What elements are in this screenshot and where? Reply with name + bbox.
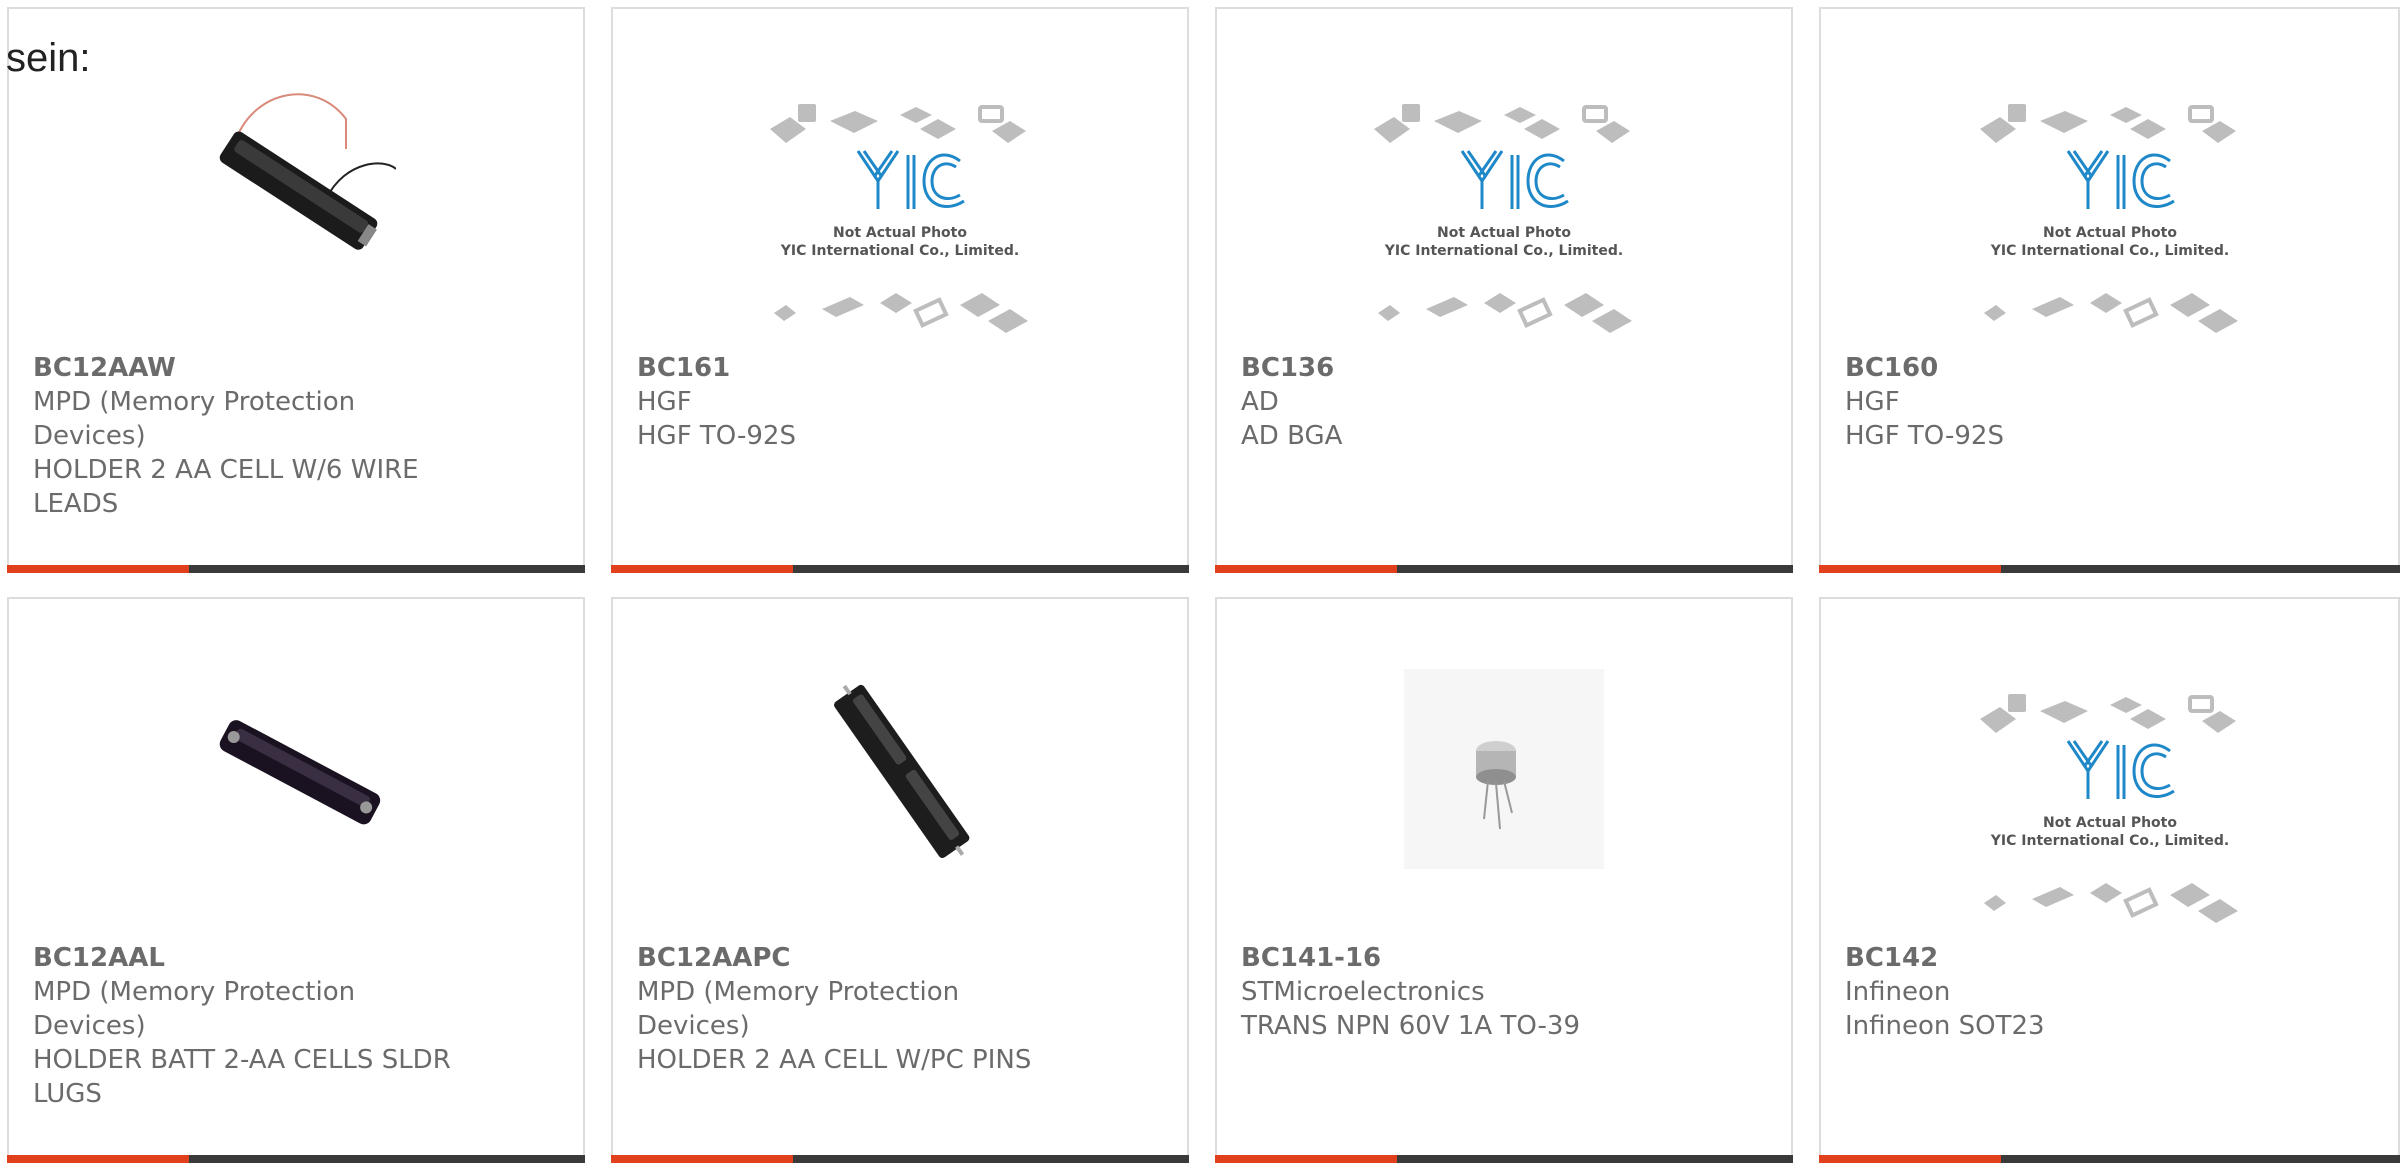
not-actual-photo-label: Not Actual Photo [833, 225, 967, 241]
description: Infineon SOT23 [1845, 1011, 2045, 1041]
product-card[interactable]: BC12AAPC MPD (Memory Protection Devices)… [611, 597, 1189, 1163]
yic-company-label: YIC International Co., Limited. [1384, 243, 1623, 259]
yic-company-label: YIC International Co., Limited. [1989, 243, 2228, 259]
manufacturer: HGF [637, 387, 692, 417]
card-accent-bar [7, 1155, 189, 1163]
not-actual-photo-label: Not Actual Photo [2043, 815, 2177, 831]
card-accent-bar [7, 565, 189, 573]
product-image-battery-holder[interactable] [196, 79, 396, 279]
manufacturer: STMicroelectronics [1241, 977, 1485, 1007]
card-bottom-bar [1215, 1155, 1793, 1163]
product-info: BC141-16 STMicroelectronics TRANS NPN 60… [1241, 941, 1681, 1043]
part-number[interactable]: BC12AAPC [637, 941, 1077, 975]
product-image-battery-holder[interactable] [800, 669, 1000, 869]
description: AD BGA [1241, 421, 1343, 451]
yic-company-label: YIC International Co., Limited. [1989, 833, 2228, 849]
product-info: BC136 AD AD BGA [1241, 351, 1681, 453]
card-accent-bar [1819, 565, 2001, 573]
product-grid: BC12AAW MPD (Memory Protection Devices) … [7, 7, 2400, 1163]
product-image-transistor[interactable] [1404, 669, 1604, 869]
yic-company-label: YIC International Co., Limited. [780, 243, 1019, 259]
product-card[interactable]: Not Actual Photo YIC International Co., … [611, 7, 1189, 573]
product-card[interactable]: BC12AAL MPD (Memory Protection Devices) … [7, 597, 585, 1163]
description: HOLDER 2 AA CELL W/PC PINS [637, 1045, 1032, 1075]
part-number[interactable]: BC161 [637, 351, 1077, 385]
product-card[interactable]: Not Actual Photo YIC International Co., … [1819, 597, 2400, 1163]
product-info: BC12AAPC MPD (Memory Protection Devices)… [637, 941, 1077, 1077]
description: HOLDER 2 AA CELL W/6 WIRE LEADS [33, 455, 419, 519]
product-info: BC161 HGF HGF TO-92S [637, 351, 1077, 453]
product-card[interactable]: BC141-16 STMicroelectronics TRANS NPN 60… [1215, 597, 1793, 1163]
card-bottom-bar [7, 565, 585, 573]
part-number[interactable]: BC142 [1845, 941, 2285, 975]
manufacturer: AD [1241, 387, 1279, 417]
card-accent-bar [1215, 565, 1397, 573]
description: HOLDER BATT 2-AA CELLS SLDR LUGS [33, 1045, 451, 1109]
product-info: BC142 Infineon Infineon SOT23 [1845, 941, 2285, 1043]
product-info: BC12AAW MPD (Memory Protection Devices) … [33, 351, 473, 521]
card-accent-bar [1215, 1155, 1397, 1163]
card-bottom-bar [1819, 565, 2400, 573]
card-bottom-bar [611, 565, 1189, 573]
not-actual-photo-label: Not Actual Photo [2043, 225, 2177, 241]
part-number[interactable]: BC12AAW [33, 351, 473, 385]
product-image-battery-holder[interactable] [196, 669, 396, 869]
product-card[interactable]: BC12AAW MPD (Memory Protection Devices) … [7, 7, 585, 573]
description: HGF TO-92S [637, 421, 796, 451]
manufacturer: MPD (Memory Protection Devices) [637, 977, 960, 1041]
part-number[interactable]: BC136 [1241, 351, 1681, 385]
description: TRANS NPN 60V 1A TO-39 [1241, 1011, 1581, 1041]
card-bottom-bar [7, 1155, 585, 1163]
product-card[interactable]: Not Actual Photo YIC International Co., … [1819, 7, 2400, 573]
product-card[interactable]: Not Actual Photo YIC International Co., … [1215, 7, 1793, 573]
card-accent-bar [1819, 1155, 2001, 1163]
not-actual-photo-image[interactable]: Not Actual Photo YIC International Co., … [1364, 99, 1644, 349]
manufacturer: MPD (Memory Protection Devices) [33, 387, 356, 451]
part-number[interactable]: BC141-16 [1241, 941, 1681, 975]
manufacturer: MPD (Memory Protection Devices) [33, 977, 356, 1041]
not-actual-photo-image[interactable]: Not Actual Photo YIC International Co., … [1970, 689, 2250, 939]
card-accent-bar [611, 1155, 793, 1163]
card-bottom-bar [611, 1155, 1189, 1163]
product-info: BC160 HGF HGF TO-92S [1845, 351, 2285, 453]
manufacturer: Infineon [1845, 977, 1951, 1007]
card-bottom-bar [1819, 1155, 2400, 1163]
part-number[interactable]: BC160 [1845, 351, 2285, 385]
product-info: BC12AAL MPD (Memory Protection Devices) … [33, 941, 473, 1111]
not-actual-photo-label: Not Actual Photo [1437, 225, 1571, 241]
description: HGF TO-92S [1845, 421, 2004, 451]
intro-text: sein: [6, 36, 91, 80]
not-actual-photo-image[interactable]: Not Actual Photo YIC International Co., … [1970, 99, 2250, 349]
manufacturer: HGF [1845, 387, 1900, 417]
card-accent-bar [611, 565, 793, 573]
part-number[interactable]: BC12AAL [33, 941, 473, 975]
not-actual-photo-image[interactable]: Not Actual Photo YIC International Co., … [760, 99, 1040, 349]
card-bottom-bar [1215, 565, 1793, 573]
